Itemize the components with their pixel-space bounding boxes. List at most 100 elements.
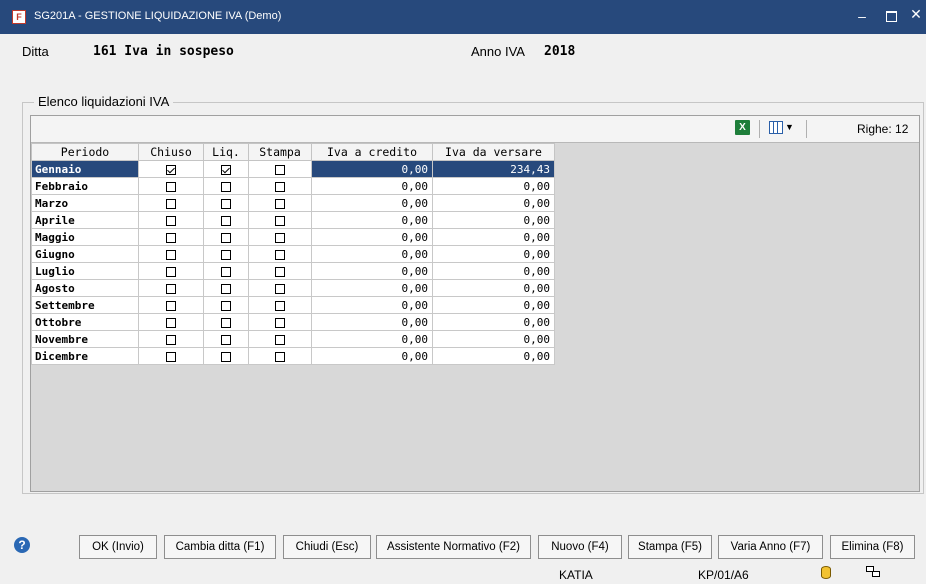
iva-versare-cell[interactable]: 0,00 <box>432 228 555 246</box>
chiuso-checkbox[interactable] <box>166 164 176 175</box>
liquidazioni-table[interactable]: Periodo Chiuso Liq. Stampa Iva a credito… <box>31 143 555 365</box>
iva-credito-cell[interactable]: 0,00 <box>311 245 433 263</box>
iva-credito-cell[interactable]: 0,00 <box>311 211 433 229</box>
chevron-down-icon[interactable]: ▼ <box>785 122 794 132</box>
table-row[interactable]: Giugno 0,00 0,00 <box>31 245 555 263</box>
column-header-periodo[interactable]: Periodo <box>31 143 139 161</box>
stampa-checkbox[interactable] <box>275 317 285 328</box>
chiuso-checkbox[interactable] <box>166 351 176 362</box>
liq-checkbox[interactable] <box>221 215 231 226</box>
iva-versare-cell[interactable]: 0,00 <box>432 245 555 263</box>
liq-checkbox[interactable] <box>221 283 231 294</box>
iva-versare-cell[interactable]: 0,00 <box>432 330 555 348</box>
table-row[interactable]: Agosto 0,00 0,00 <box>31 279 555 297</box>
cambia-ditta-button[interactable]: Cambia ditta (F1) <box>164 535 276 559</box>
periodo-cell[interactable]: Gennaio <box>31 160 139 178</box>
iva-credito-cell[interactable]: 0,00 <box>311 228 433 246</box>
excel-export-icon[interactable]: X <box>735 120 750 135</box>
title-bar[interactable]: F SG201A - GESTIONE LIQUIDAZIONE IVA (De… <box>0 0 926 34</box>
iva-versare-cell[interactable]: 0,00 <box>432 313 555 331</box>
iva-versare-cell[interactable]: 0,00 <box>432 296 555 314</box>
iva-credito-cell[interactable]: 0,00 <box>311 347 433 365</box>
liq-checkbox[interactable] <box>221 198 231 209</box>
periodo-cell[interactable]: Agosto <box>31 279 139 297</box>
liq-checkbox[interactable] <box>221 317 231 328</box>
iva-credito-cell[interactable]: 0,00 <box>311 313 433 331</box>
close-button[interactable]: ✕ <box>906 6 926 23</box>
stampa-checkbox[interactable] <box>275 215 285 226</box>
column-header-liq[interactable]: Liq. <box>203 143 249 161</box>
chiuso-checkbox[interactable] <box>166 232 176 243</box>
liq-checkbox[interactable] <box>221 181 231 192</box>
iva-credito-cell[interactable]: 0,00 <box>311 194 433 212</box>
stampa-checkbox[interactable] <box>275 164 285 175</box>
chiuso-checkbox[interactable] <box>166 249 176 260</box>
table-row[interactable]: Dicembre 0,00 0,00 <box>31 347 555 365</box>
columns-chooser-icon[interactable] <box>769 121 783 134</box>
table-row[interactable]: Aprile 0,00 0,00 <box>31 211 555 229</box>
table-row[interactable]: Maggio 0,00 0,00 <box>31 228 555 246</box>
periodo-cell[interactable]: Marzo <box>31 194 139 212</box>
periodo-cell[interactable]: Luglio <box>31 262 139 280</box>
liq-checkbox[interactable] <box>221 232 231 243</box>
nuovo-button[interactable]: Nuovo (F4) <box>538 535 622 559</box>
iva-credito-cell[interactable]: 0,00 <box>311 160 433 178</box>
help-icon[interactable]: ? <box>14 537 30 553</box>
iva-credito-cell[interactable]: 0,00 <box>311 279 433 297</box>
chiuso-checkbox[interactable] <box>166 181 176 192</box>
iva-versare-cell[interactable]: 0,00 <box>432 177 555 195</box>
varia-anno-button[interactable]: Varia Anno (F7) <box>718 535 823 559</box>
table-row[interactable]: Gennaio 0,00 234,43 <box>31 160 555 178</box>
stampa-checkbox[interactable] <box>275 198 285 209</box>
liq-checkbox[interactable] <box>221 164 231 175</box>
chiuso-checkbox[interactable] <box>166 266 176 277</box>
periodo-cell[interactable]: Ottobre <box>31 313 139 331</box>
chiuso-checkbox[interactable] <box>166 198 176 209</box>
assistente-normativo-button[interactable]: Assistente Normativo (F2) <box>376 535 531 559</box>
iva-credito-cell[interactable]: 0,00 <box>311 262 433 280</box>
iva-credito-cell[interactable]: 0,00 <box>311 177 433 195</box>
chiuso-checkbox[interactable] <box>166 317 176 328</box>
ok-button[interactable]: OK (Invio) <box>79 535 157 559</box>
minimize-button[interactable]: – <box>852 8 872 24</box>
column-header-iva-versare[interactable]: Iva da versare <box>432 143 555 161</box>
elimina-button[interactable]: Elimina (F8) <box>830 535 915 559</box>
chiuso-checkbox[interactable] <box>166 283 176 294</box>
maximize-button[interactable] <box>881 6 901 25</box>
liq-checkbox[interactable] <box>221 249 231 260</box>
table-row[interactable]: Marzo 0,00 0,00 <box>31 194 555 212</box>
iva-versare-cell[interactable]: 0,00 <box>432 194 555 212</box>
column-header-iva-credito[interactable]: Iva a credito <box>311 143 433 161</box>
table-row[interactable]: Ottobre 0,00 0,00 <box>31 313 555 331</box>
liq-checkbox[interactable] <box>221 266 231 277</box>
iva-credito-cell[interactable]: 0,00 <box>311 296 433 314</box>
chiuso-checkbox[interactable] <box>166 334 176 345</box>
periodo-cell[interactable]: Aprile <box>31 211 139 229</box>
iva-versare-cell[interactable]: 234,43 <box>432 160 555 178</box>
liq-checkbox[interactable] <box>221 300 231 311</box>
periodo-cell[interactable]: Maggio <box>31 228 139 246</box>
stampa-checkbox[interactable] <box>275 232 285 243</box>
iva-credito-cell[interactable]: 0,00 <box>311 330 433 348</box>
stampa-checkbox[interactable] <box>275 351 285 362</box>
liq-checkbox[interactable] <box>221 351 231 362</box>
iva-versare-cell[interactable]: 0,00 <box>432 262 555 280</box>
table-row[interactable]: Novembre 0,00 0,00 <box>31 330 555 348</box>
table-row[interactable]: Settembre 0,00 0,00 <box>31 296 555 314</box>
stampa-checkbox[interactable] <box>275 266 285 277</box>
liq-checkbox[interactable] <box>221 334 231 345</box>
periodo-cell[interactable]: Giugno <box>31 245 139 263</box>
periodo-cell[interactable]: Dicembre <box>31 347 139 365</box>
stampa-checkbox[interactable] <box>275 300 285 311</box>
table-row[interactable]: Luglio 0,00 0,00 <box>31 262 555 280</box>
stampa-checkbox[interactable] <box>275 283 285 294</box>
iva-versare-cell[interactable]: 0,00 <box>432 347 555 365</box>
periodo-cell[interactable]: Febbraio <box>31 177 139 195</box>
table-row[interactable]: Febbraio 0,00 0,00 <box>31 177 555 195</box>
stampa-checkbox[interactable] <box>275 249 285 260</box>
chiudi-button[interactable]: Chiudi (Esc) <box>283 535 371 559</box>
iva-versare-cell[interactable]: 0,00 <box>432 211 555 229</box>
periodo-cell[interactable]: Settembre <box>31 296 139 314</box>
column-header-chiuso[interactable]: Chiuso <box>138 143 204 161</box>
stampa-checkbox[interactable] <box>275 334 285 345</box>
